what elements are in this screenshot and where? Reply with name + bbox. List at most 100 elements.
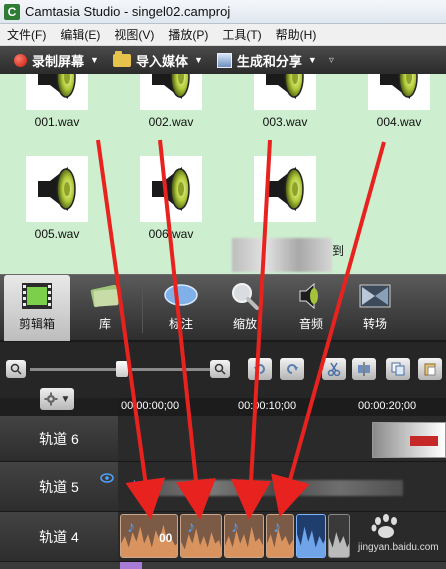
speaker-icon: [26, 156, 88, 222]
music-note-icon: ♪: [231, 519, 239, 536]
track-name: 轨道 4: [39, 528, 79, 545]
film-icon: [20, 281, 54, 311]
chevron-down-icon: ▼: [90, 55, 99, 65]
track-6-lane[interactable]: [118, 416, 446, 462]
menu-tools[interactable]: 工具(T): [215, 26, 268, 43]
menu-edit[interactable]: 编辑(E): [53, 26, 107, 43]
menu-view[interactable]: 视图(V): [107, 26, 161, 43]
tab-zoom[interactable]: 缩放: [212, 275, 278, 341]
gear-icon: [44, 392, 58, 406]
chevron-down-icon: ▼: [193, 55, 203, 65]
clip-item-005[interactable]: 005.wav: [14, 156, 100, 241]
clip-item-001[interactable]: 001.wav: [14, 74, 100, 129]
clip-item-006[interactable]: 006.wav: [128, 156, 214, 241]
magnifier-icon: [10, 363, 22, 375]
tab-transitions[interactable]: 转场: [342, 275, 408, 341]
camtasia-app-icon: C: [4, 3, 20, 20]
import-media-button[interactable]: 导入媒体 ▼: [107, 46, 211, 74]
clip-item-004[interactable]: 004.wav: [356, 74, 442, 129]
library-icon: [88, 281, 122, 311]
tab-callouts[interactable]: 标注: [148, 275, 214, 341]
clip-name: 005.wav: [34, 227, 80, 241]
speaker-glyph: [266, 167, 304, 211]
music-note-icon: ♪: [130, 476, 138, 493]
clip-item-002[interactable]: 002.wav: [128, 74, 214, 129]
speaker-icon: [140, 156, 202, 222]
tab-label: 转场: [362, 317, 387, 331]
clip-name: 004.wav: [376, 115, 422, 129]
track-5-lane[interactable]: ♪: [118, 462, 446, 512]
speaker-glyph: [152, 74, 190, 99]
music-note-icon: ♪: [127, 519, 135, 536]
waveform: [297, 526, 325, 557]
speaker-glyph: [38, 167, 76, 211]
bottom-strip: [0, 562, 446, 569]
produce-share-label: 生成和分享: [236, 53, 302, 69]
transition-icon: [358, 281, 392, 311]
split-button[interactable]: [352, 358, 376, 380]
magnifier-icon: [228, 281, 262, 311]
track-label-5[interactable]: 轨道 5: [0, 462, 118, 512]
menu-help[interactable]: 帮助(H): [269, 26, 324, 43]
timeline-controls: ▼: [0, 342, 446, 410]
timeline-ruler[interactable]: 00:00:00;00 00:00:10;00 00:00:20;00: [118, 398, 446, 416]
record-screen-button[interactable]: 录制屏幕 ▼: [0, 46, 107, 74]
track-label-6[interactable]: 轨道 6: [0, 416, 118, 462]
callout-icon: [164, 281, 198, 311]
zoom-slider-thumb[interactable]: [116, 361, 128, 377]
record-screen-label: 录制屏幕: [32, 53, 85, 69]
record-icon: [14, 53, 27, 67]
clip-item-007[interactable]: [242, 156, 328, 222]
audio-clip-5-selected[interactable]: [296, 514, 326, 558]
chevron-down-icon: ▼: [60, 393, 71, 405]
track-label-4[interactable]: 轨道 4: [0, 512, 118, 562]
menu-play[interactable]: 播放(P): [161, 26, 215, 43]
paste-icon: [424, 363, 436, 376]
clip-name: 003.wav: [262, 115, 308, 129]
undo-button[interactable]: [248, 358, 272, 380]
clip-name: 006.wav: [148, 227, 194, 241]
timeline-settings-button[interactable]: ▼: [40, 388, 74, 410]
produce-share-button[interactable]: 生成和分享 ▼: [211, 46, 325, 74]
music-note-icon: ♪: [273, 519, 281, 536]
redo-button[interactable]: [280, 358, 304, 380]
speaker-icon: [254, 74, 316, 110]
speaker-icon: [294, 281, 328, 311]
tab-audio[interactable]: 音频: [278, 275, 344, 341]
red-logo-fragment: [410, 436, 438, 446]
speaker-icon: [140, 74, 202, 110]
music-note-icon: ♪: [187, 519, 195, 536]
undo-icon: [254, 364, 265, 374]
audio-clip-6[interactable]: [328, 514, 350, 558]
copy-button[interactable]: [386, 358, 410, 380]
cut-button[interactable]: [322, 358, 346, 380]
speaker-glyph: [152, 167, 190, 211]
zoom-in-button[interactable]: [210, 360, 230, 378]
speaker-glyph: [38, 74, 76, 99]
speaker-icon: [26, 74, 88, 110]
audio-clip-3[interactable]: ♪: [224, 514, 264, 558]
eye-icon[interactable]: [100, 472, 114, 484]
audio-clip-1[interactable]: ♪ 00: [120, 514, 178, 558]
ruler-time-10: 00:00:10;00: [238, 400, 297, 412]
audio-clip-4[interactable]: ♪: [266, 514, 294, 558]
tab-library[interactable]: 库: [72, 275, 138, 341]
speaker-icon: [254, 156, 316, 222]
tab-label: 标注: [168, 317, 193, 331]
menu-bar: 文件(F) 编辑(E) 视图(V) 播放(P) 工具(T) 帮助(H): [0, 24, 446, 46]
audio-clip-2[interactable]: ♪: [180, 514, 222, 558]
ruler-time-20: 00:00:20;00: [358, 400, 417, 412]
zoom-out-button[interactable]: [6, 360, 26, 378]
tab-clip-bin[interactable]: 剪辑箱: [4, 275, 70, 341]
waveform: [329, 532, 349, 557]
clip-name: 001.wav: [34, 115, 80, 129]
clip-name: 002.wav: [148, 115, 194, 129]
clip-item-003[interactable]: 003.wav: [242, 74, 328, 129]
track-4-lane[interactable]: ♪ 00 ♪ ♪ ♪ jingyan.baidu.com: [118, 512, 446, 562]
paste-button[interactable]: [418, 358, 442, 380]
menu-file[interactable]: 文件(F): [0, 26, 53, 43]
track-name: 轨道 5: [39, 478, 79, 495]
ruler-time-0: 00:00:00;00: [121, 400, 180, 412]
toolbar-overflow-icon[interactable]: ▿: [329, 55, 334, 66]
chevron-down-icon: ▼: [307, 55, 317, 65]
